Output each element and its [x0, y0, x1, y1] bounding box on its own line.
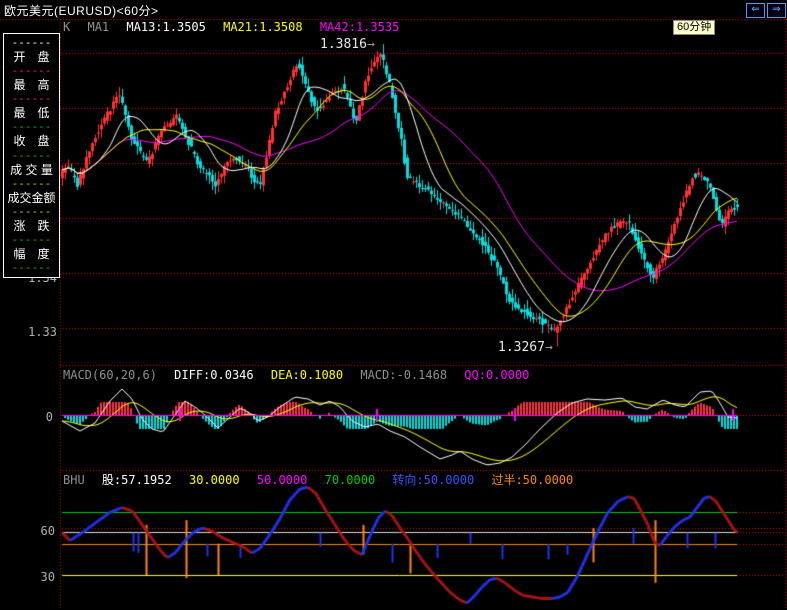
macd-dea-value: DEA:0.1080: [271, 368, 343, 382]
ma42-value: MA42:1.3535: [320, 20, 399, 34]
trading-app-window: 欧元美元(EURUSD)<60分> ⇐ ⇒ 60分钟 K MA1 MA13:1.…: [0, 0, 787, 610]
bhu-current-value: 股:57.1952: [102, 473, 172, 487]
scroll-right-button[interactable]: ⇒: [767, 3, 786, 18]
turnover-value: ------: [4, 205, 59, 219]
ohlc-info-panel: ------ 开 盘 ------ 最 高 ------ 最 低 ------ …: [3, 33, 60, 278]
macd-macd-value: MACD:-0.1468: [360, 368, 447, 382]
price-axis-label-133: 1.33: [27, 325, 57, 339]
nav-buttons: ⇐ ⇒: [746, 3, 786, 18]
bhu-indicator-label: BHU: [63, 473, 85, 487]
title-bar: 欧元美元(EURUSD)<60分> ⇐ ⇒: [0, 0, 787, 19]
low-label: 最 低: [4, 106, 59, 120]
high-price-annotation: 1.3816→: [320, 37, 375, 52]
high-value: ------: [4, 92, 59, 106]
period-tooltip: 60分钟: [673, 20, 715, 35]
close-label: 收 盘: [4, 134, 59, 148]
macd-diff-value: DIFF:0.0346: [174, 368, 253, 382]
ma21-value: MA21:1.3508: [223, 20, 302, 34]
volume-label: 成 交 量: [4, 163, 59, 177]
low-price-annotation: 1.3267→: [498, 340, 553, 355]
macd-legend: MACD(60,20,6) DIFF:0.0346 DEA:0.1080 MAC…: [63, 368, 539, 381]
low-value: ------: [4, 120, 59, 134]
change-label: 涨 跌: [4, 219, 59, 233]
amplitude-value: ------: [4, 261, 59, 275]
open-label: 开 盘: [4, 50, 59, 64]
high-price-text: 1.3816: [320, 37, 367, 52]
macd-axis-label-zero: 0: [33, 410, 53, 424]
ohlc-time-placeholder: ------: [4, 36, 59, 50]
volume-value: ------: [4, 177, 59, 191]
chart-type-label: K: [63, 20, 70, 34]
bhu-level-70: 70.0000: [325, 473, 376, 487]
low-arrow-icon: →: [545, 340, 553, 355]
change-value: ------: [4, 233, 59, 247]
bhu-turn-value: 转向:50.0000: [392, 473, 474, 487]
kline-legend: K MA1 MA13:1.3505 MA21:1.3508 MA42:1.353…: [63, 20, 409, 33]
high-label: 最 高: [4, 78, 59, 92]
bhu-axis-label-60: 60: [31, 524, 55, 538]
price-chart-canvas[interactable]: [0, 0, 787, 610]
bhu-legend: BHU 股:57.1952 30.0000 50.0000 70.0000 转向…: [63, 471, 583, 484]
bhu-level-50: 50.0000: [257, 473, 308, 487]
window-title: 欧元美元(EURUSD)<60分>: [4, 2, 159, 19]
open-value: ------: [4, 64, 59, 78]
bhu-level-30: 30.0000: [189, 473, 240, 487]
scroll-left-button[interactable]: ⇐: [746, 3, 765, 18]
ma-indicator-label: MA1: [87, 20, 109, 34]
macd-params-label: MACD(60,20,6): [63, 368, 157, 382]
bhu-axis-label-30: 30: [31, 570, 55, 584]
high-arrow-icon: →: [367, 37, 375, 52]
turnover-label: 成交金额: [4, 191, 59, 205]
amplitude-label: 幅 度: [4, 247, 59, 261]
macd-qq-value: QQ:0.0000: [464, 368, 529, 382]
low-price-text: 1.3267: [498, 340, 545, 355]
ma13-value: MA13:1.3505: [126, 20, 205, 34]
bhu-half-value: 过半:50.0000: [491, 473, 573, 487]
close-value: ------: [4, 149, 59, 163]
